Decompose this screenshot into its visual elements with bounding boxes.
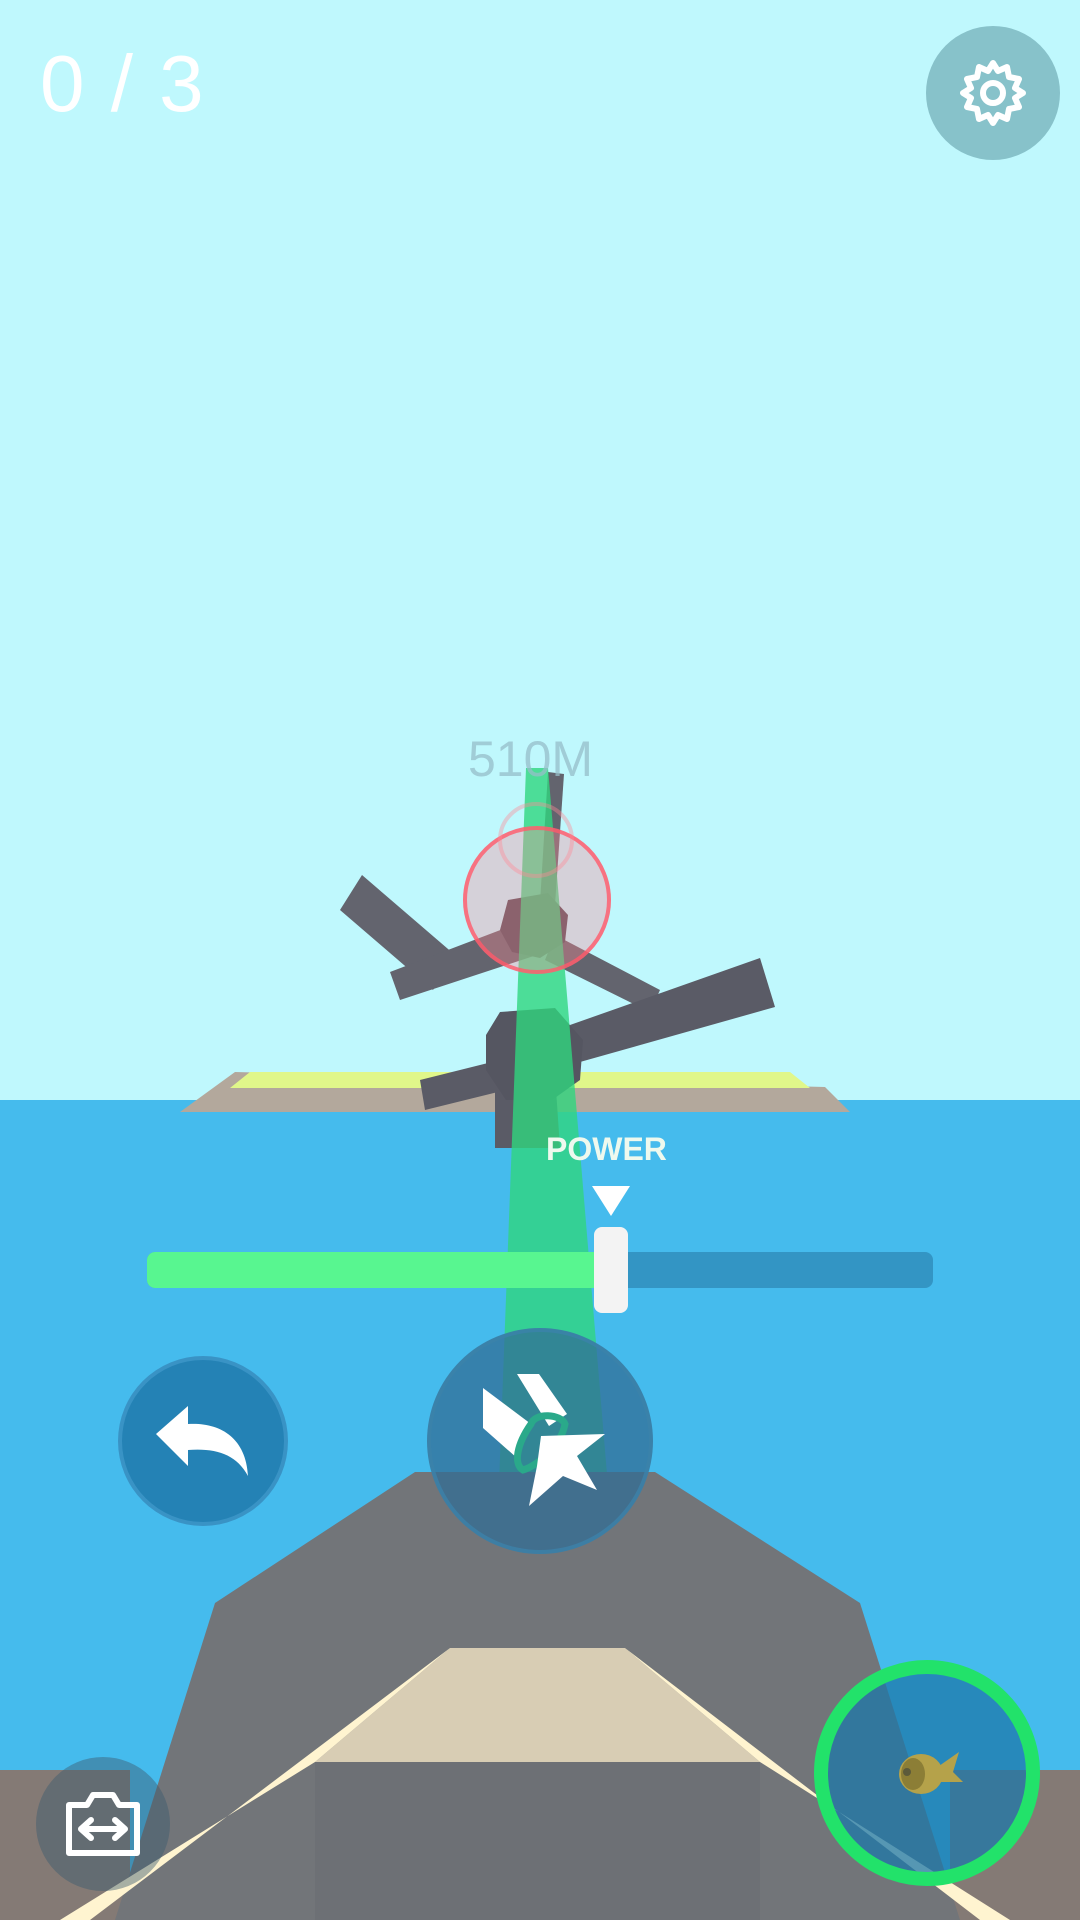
undo-arrow-icon (156, 1406, 248, 1476)
missile-icon (899, 1752, 963, 1794)
score-counter: 0 / 3 (40, 39, 206, 128)
camera-switch-icon (66, 1792, 140, 1856)
target-distance: 510M (468, 731, 594, 787)
weapon-select-button[interactable] (814, 1660, 1040, 1886)
power-slider[interactable] (147, 1252, 933, 1288)
power-marker-icon (591, 1186, 630, 1216)
settings-button[interactable] (926, 26, 1060, 160)
cannon-fire-icon (483, 1374, 605, 1506)
gear-icon (960, 60, 1026, 126)
undo-button[interactable] (118, 1356, 288, 1526)
game-scene[interactable]: 0 / 3 510M POWER (0, 0, 1080, 1920)
power-slider-handle[interactable] (593, 1227, 628, 1313)
power-label: POWER (546, 1131, 667, 1167)
power-fill (147, 1252, 611, 1288)
camera-switch-button[interactable] (36, 1757, 170, 1891)
fire-button[interactable] (427, 1328, 653, 1554)
game-world (0, 0, 1080, 1920)
